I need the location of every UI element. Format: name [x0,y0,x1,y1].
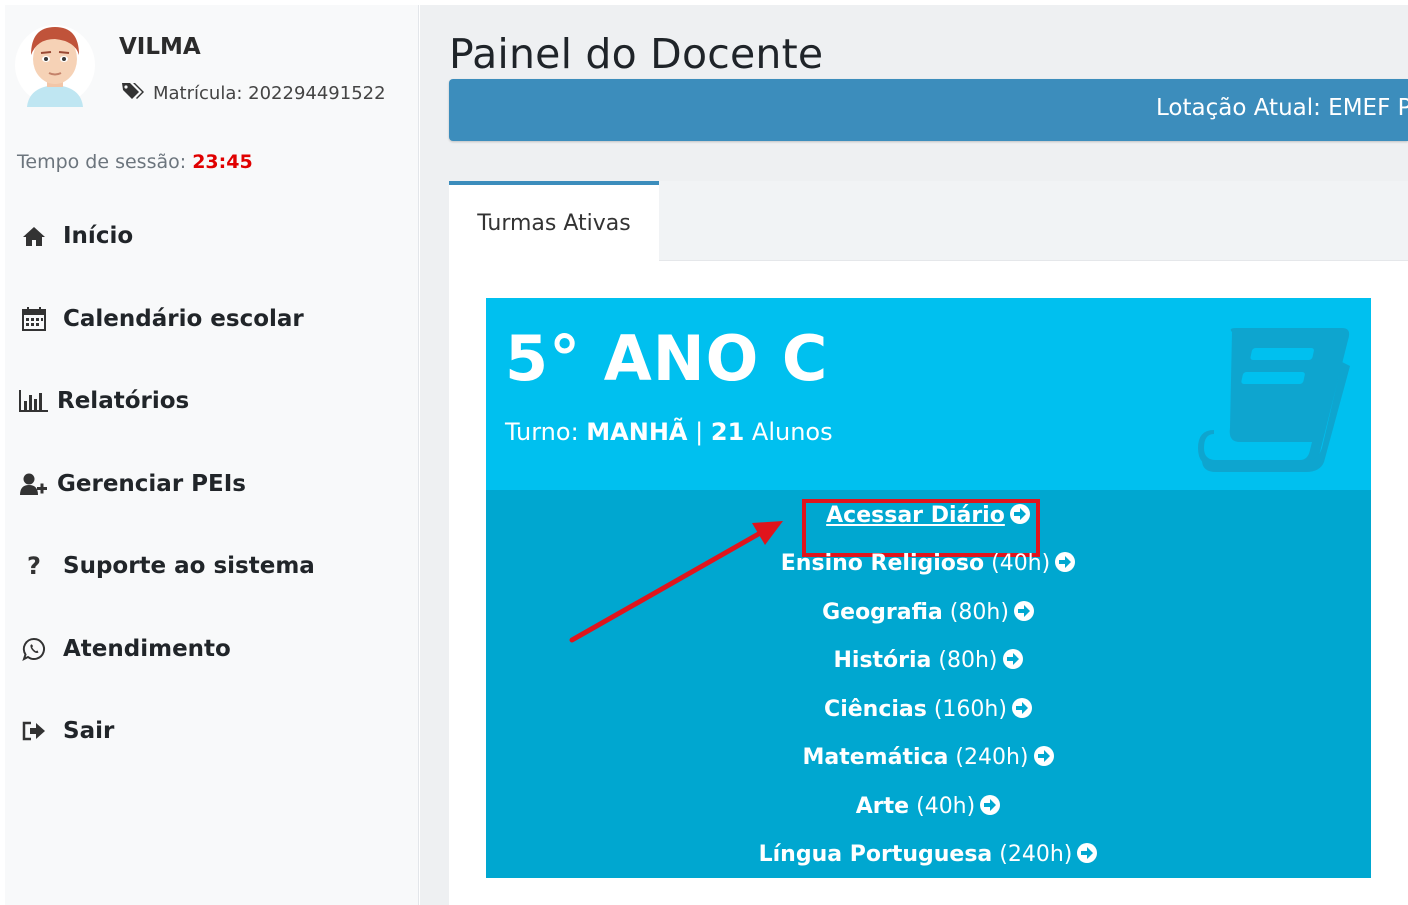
arrow-circle-right-icon [1033,746,1054,766]
sidebar-item-label: Calendário escolar [63,305,304,332]
sidebar-item-calendario[interactable]: Calendário escolar [5,278,419,361]
arrow-circle-right-icon [1013,601,1034,621]
class-info: Turno: MANHÃ | 21 Alunos [505,418,833,446]
arrow-circle-right-icon [1077,843,1098,863]
lotacao-banner: Lotação Atual: EMEF PR [449,79,1408,141]
arrow-circle-right-icon [1055,552,1076,572]
subject-link-historia[interactable]: História (80h) [486,648,1371,673]
tags-icon [121,81,145,106]
sidebar-item-label: Início [63,223,134,250]
whatsapp-icon [19,636,49,662]
question-icon: ? [27,552,41,581]
subject-hours: (240h) [999,842,1073,867]
subject-link-ensino-religioso[interactable]: Ensino Religioso (40h) [486,551,1371,576]
turno-value: MANHÃ [586,418,688,446]
subject-name: Língua Portuguesa [758,842,993,867]
class-title: 5° ANO C [505,322,829,395]
sign-out-icon [19,718,49,744]
turno-label: Turno: [505,418,579,446]
matricula: Matrícula: 202294491522 [121,81,386,106]
subject-hours: (240h) [955,745,1029,770]
tabs-header: Turmas Ativas [449,181,1408,262]
subject-hours: (40h) [916,794,976,819]
app-root: VILMA Matrícula: 202294491522 Tempo de s… [0,0,1408,905]
alunos-label: Alunos [751,418,833,446]
subject-hours: (80h) [938,648,998,673]
sidebar-item-atendimento[interactable]: Atendimento [5,608,419,691]
arrow-circle-right-icon [1002,649,1023,669]
sidebar-item-label: Gerenciar PEIs [57,470,246,497]
subject-link-lingua-portuguesa[interactable]: Língua Portuguesa (240h) [486,842,1371,867]
book-icon [1192,322,1357,472]
bar-chart-icon [19,388,49,414]
sidebar-item-label: Suporte ao sistema [63,553,315,580]
acessar-diario-link[interactable]: Acessar Diário [486,499,1371,557]
sidebar-item-relatorios[interactable]: Relatórios [5,360,419,443]
subject-link-matematica[interactable]: Matemática (240h) [486,745,1371,770]
arrow-circle-right-icon [1009,504,1030,524]
sidebar-item-peis[interactable]: Gerenciar PEIs [5,443,419,526]
home-icon [19,223,49,249]
sidebar-item-inicio[interactable]: Início [5,195,419,278]
page-title: Painel do Docente [449,30,824,78]
info-separator: | [695,418,704,446]
subject-hours: (160h) [933,697,1007,722]
tab-turmas-ativas[interactable]: Turmas Ativas [449,181,659,262]
sidebar: VILMA Matrícula: 202294491522 Tempo de s… [5,5,419,905]
acessar-diario-label: Acessar Diário [826,503,1005,528]
subject-name: Arte [855,794,910,819]
subject-hours: (40h) [991,551,1051,576]
subject-link-ciencias[interactable]: Ciências (160h) [486,697,1371,722]
sidebar-item-label: Sair [63,718,115,745]
tabs-panel: Turmas Ativas 5° ANO C Turno: MANHÃ | 21… [449,181,1408,905]
matricula-text: Matrícula: 202294491522 [153,83,386,104]
class-card: 5° ANO C Turno: MANHÃ | 21 Alunos Acessa… [486,298,1371,878]
user-plus-icon [19,471,49,497]
arrow-circle-right-icon [980,795,1001,815]
subject-link-geografia[interactable]: Geografia (80h) [486,600,1371,625]
calendar-icon [19,306,49,332]
arrow-circle-right-icon [1011,698,1032,718]
subject-name: Ciências [824,697,927,722]
alunos-count: 21 [710,418,745,446]
subject-name: Ensino Religioso [780,551,985,576]
subject-name: Geografia [822,600,943,625]
subject-link-arte[interactable]: Arte (40h) [486,794,1371,819]
subject-hours: (80h) [949,600,1009,625]
sidebar-item-suporte[interactable]: ? Suporte ao sistema [5,525,419,608]
session-time: 23:45 [192,151,253,173]
session-label: Tempo de sessão: [17,151,187,173]
subject-name: Matemática [802,745,949,770]
lotacao-text: Lotação Atual: EMEF PR [1156,95,1408,121]
class-card-links: Acessar Diário Ensino Religioso (40h) Ge… [486,490,1371,878]
avatar [13,19,97,107]
class-card-header: 5° ANO C Turno: MANHÃ | 21 Alunos [486,298,1371,490]
session-timer: Tempo de sessão: 23:45 [17,151,253,173]
sidebar-item-label: Atendimento [63,635,231,662]
user-name: VILMA [119,34,201,60]
sidebar-nav: Início Calendário escolar Relatórios Ger… [5,195,419,773]
main-content: Painel do Docente Lotação Atual: EMEF PR… [420,5,1408,905]
sidebar-item-label: Relatórios [57,388,190,415]
sidebar-item-sair[interactable]: Sair [5,690,419,773]
subject-name: História [833,648,932,673]
